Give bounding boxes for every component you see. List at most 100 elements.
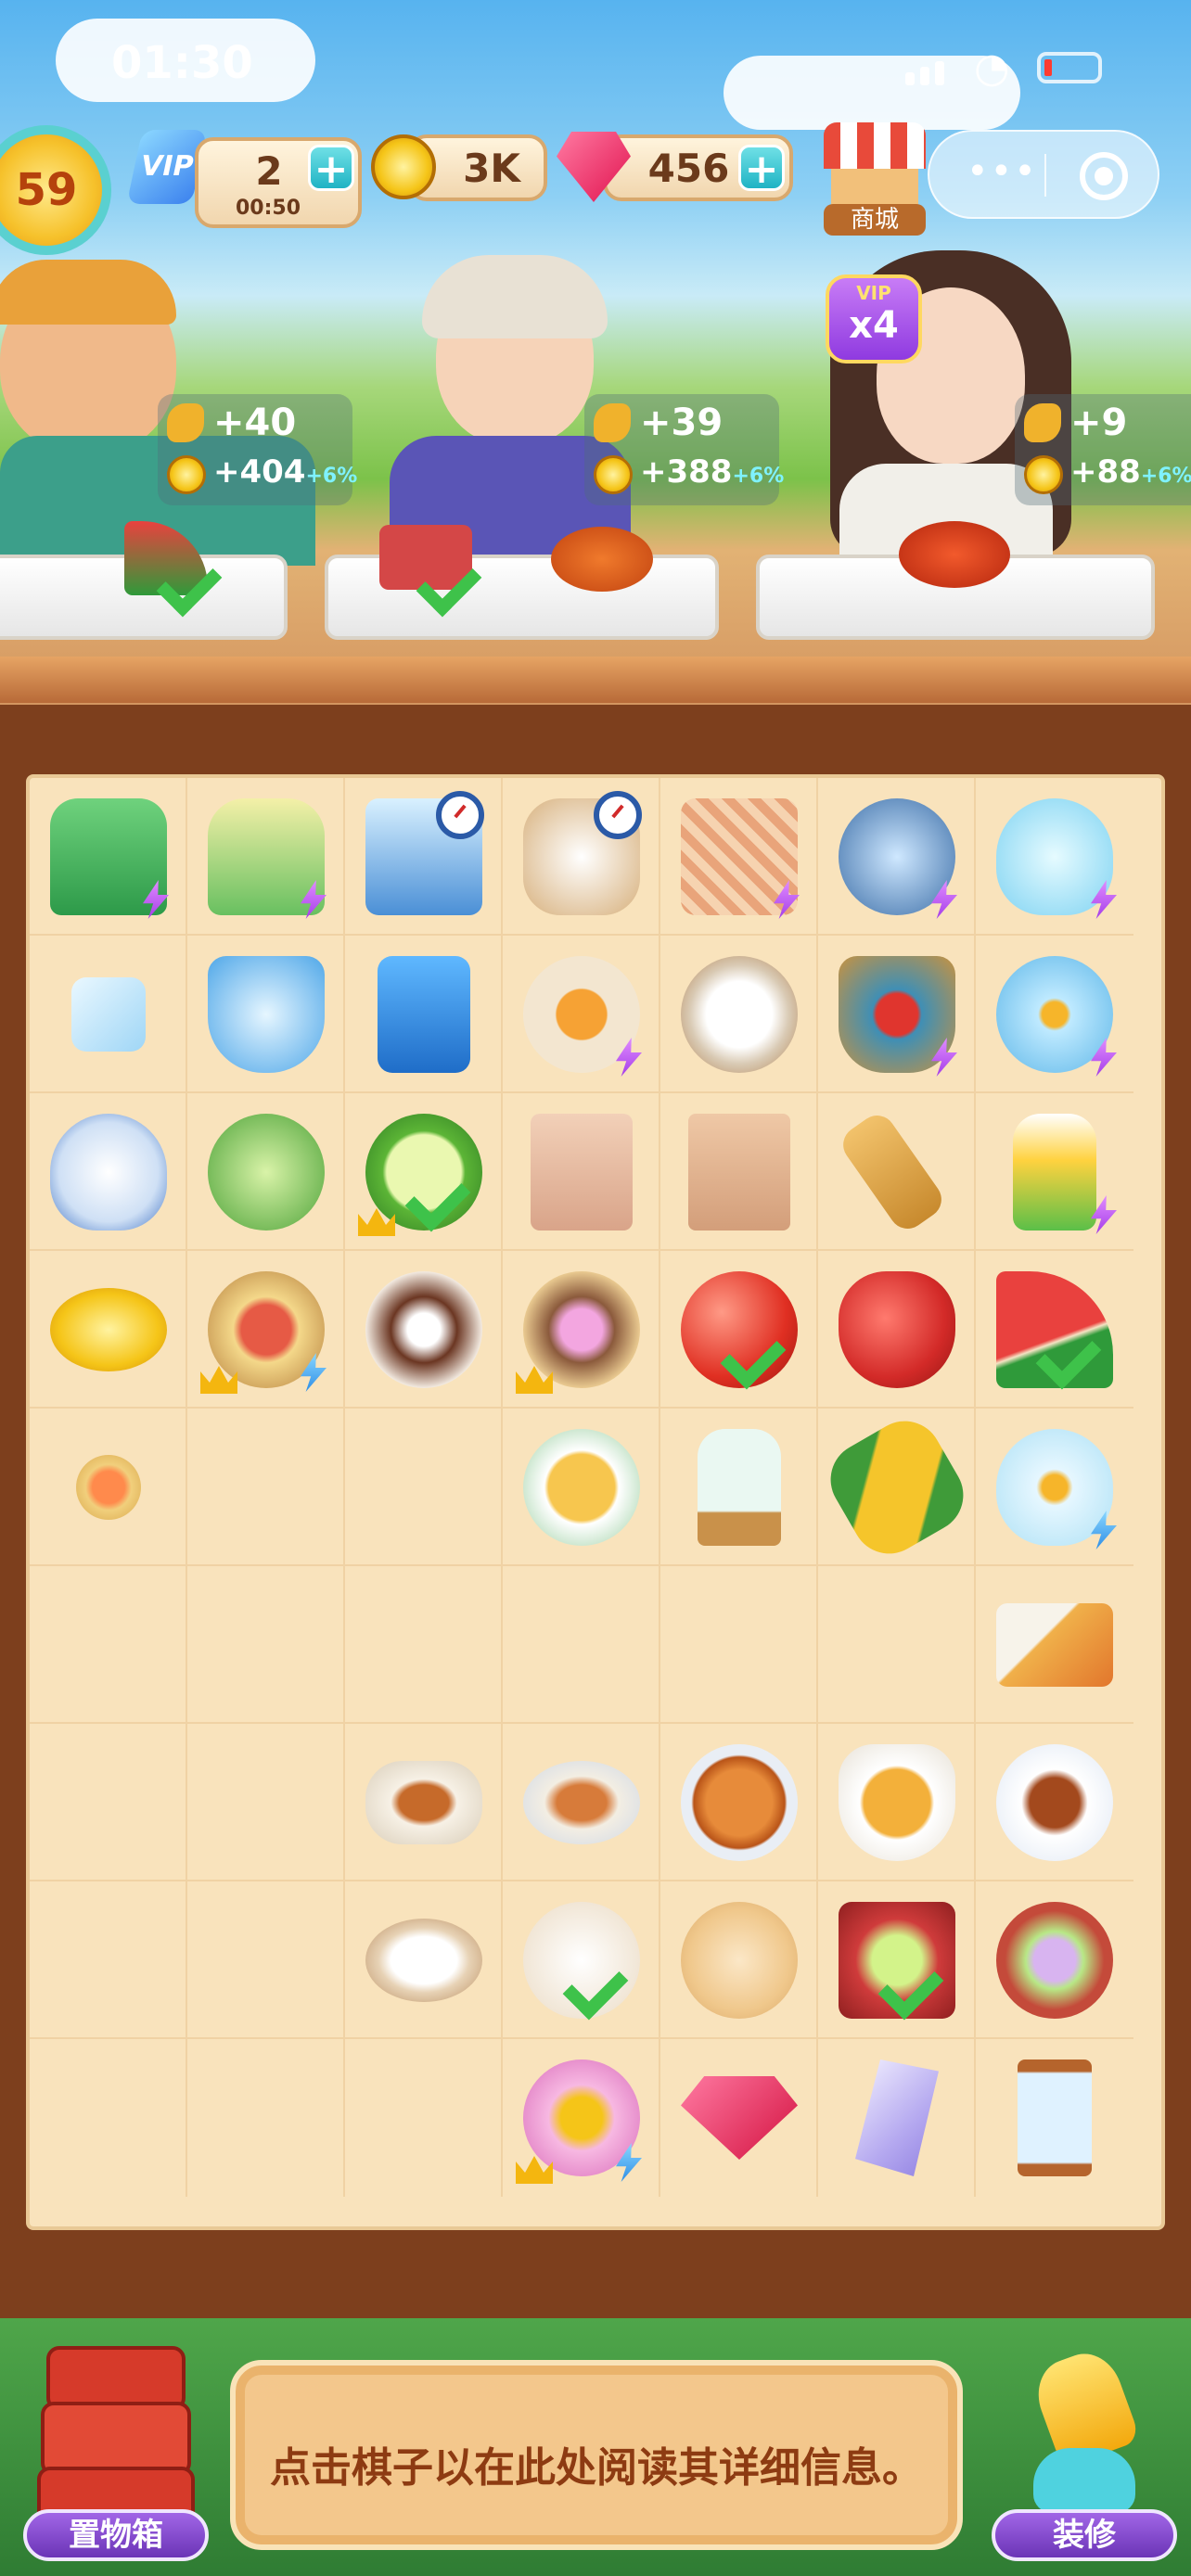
board-cell[interactable] (345, 936, 503, 1093)
board-cell[interactable] (660, 1093, 818, 1251)
board-cell[interactable] (976, 936, 1133, 1093)
signal-icon (935, 61, 944, 85)
board-cell[interactable] (503, 778, 660, 936)
board-cell[interactable] (187, 936, 345, 1093)
status-bar: 01:30 ◔ (0, 0, 1191, 130)
signal-icon (920, 67, 929, 85)
board-cell[interactable] (503, 1566, 660, 1724)
board-cell[interactable] (818, 1566, 976, 1724)
more-icon[interactable]: ••• (967, 150, 1038, 193)
storage-box-button[interactable]: 置物箱 (23, 2346, 209, 2561)
coin-icon (594, 455, 633, 494)
board-cell[interactable] (976, 1881, 1133, 2039)
board-cell[interactable] (30, 1566, 187, 1724)
board-cell[interactable] (976, 2039, 1133, 2197)
board-cell[interactable] (660, 778, 818, 936)
board-cell[interactable] (816, 1407, 978, 1568)
order-tray-3[interactable] (756, 521, 1155, 640)
shrimp-dish-icon (76, 1455, 141, 1520)
corn-icon (816, 1407, 978, 1568)
shop-button[interactable]: 商城 (824, 122, 926, 236)
board-cell[interactable] (660, 1724, 818, 1881)
board-cell[interactable] (976, 1093, 1133, 1251)
coin-icon (167, 455, 206, 494)
board-cell[interactable] (660, 936, 818, 1093)
board-cell[interactable] (345, 2039, 503, 2197)
juice-glass-icon (1013, 1114, 1096, 1231)
board-cell[interactable] (187, 1093, 345, 1251)
board-cell[interactable] (345, 1409, 503, 1566)
spatula-icon (836, 1108, 949, 1236)
close-target-icon[interactable] (1080, 152, 1128, 200)
hourglass-icon (1018, 2060, 1092, 2176)
board-cell[interactable] (345, 1881, 503, 2039)
board-cell[interactable] (345, 778, 503, 936)
ice-cream-bowl-icon (523, 1271, 640, 1388)
board-cell[interactable] (30, 936, 187, 1093)
board-cell[interactable] (187, 1251, 345, 1409)
decorate-label: 装修 (992, 2509, 1177, 2561)
board-cell[interactable] (187, 1881, 345, 2039)
board-cell[interactable] (345, 1251, 503, 1409)
board-cell[interactable] (818, 1093, 976, 1251)
board-cell[interactable] (345, 1566, 503, 1724)
board-cell[interactable] (660, 1566, 818, 1724)
board-cell[interactable] (503, 1251, 660, 1409)
board-cell[interactable] (30, 1409, 187, 1566)
board-cell[interactable] (660, 1251, 818, 1409)
board-cell[interactable] (818, 2039, 976, 2197)
board-cell[interactable] (187, 778, 345, 936)
board-cell[interactable] (976, 1724, 1133, 1881)
decorate-button[interactable]: 装修 (992, 2343, 1177, 2561)
board-cell[interactable] (818, 1881, 976, 2039)
board-cell[interactable] (30, 1093, 187, 1251)
storage-box-label: 置物箱 (23, 2509, 209, 2561)
board-cell[interactable] (503, 1724, 660, 1881)
add-energy-button[interactable]: + (308, 145, 354, 192)
fridge-icon (378, 956, 470, 1073)
add-gems-button[interactable]: + (738, 145, 785, 192)
board-cell[interactable] (187, 1566, 345, 1724)
board-cell[interactable] (818, 1724, 976, 1881)
board-cell[interactable] (818, 778, 976, 936)
board-cell[interactable] (30, 778, 187, 936)
board-cell[interactable] (30, 1251, 187, 1409)
item-info-panel: 点击棋子以在此处阅读其详细信息。 (230, 2360, 963, 2550)
board-cell[interactable] (660, 1881, 818, 2039)
board-cell[interactable] (345, 1724, 503, 1881)
board-cell[interactable] (503, 2039, 660, 2197)
coin-reward: +404+6% (213, 453, 358, 491)
level-badge[interactable]: 59 (0, 125, 111, 255)
timer-icon (436, 791, 484, 839)
board-cell[interactable] (187, 1724, 345, 1881)
restaurant-scene: 01:30 ◔ 59 VIP 2 00:50 + 3K 456 + 商城 ••• (0, 0, 1191, 705)
clock-time: 01:30 (111, 37, 253, 89)
board-cell[interactable] (976, 778, 1133, 936)
board-cell[interactable] (660, 1409, 818, 1566)
board-cell[interactable] (976, 1251, 1133, 1409)
board-cell[interactable] (503, 1093, 660, 1251)
wheat-icon (594, 403, 631, 442)
sesame-bun-icon (681, 1902, 798, 2019)
order-tray-2[interactable] (325, 525, 719, 640)
board-cell[interactable] (187, 1409, 345, 1566)
coin-reward: +388+6% (640, 453, 785, 491)
board-cell[interactable] (976, 1409, 1133, 1566)
teapot-icon (50, 1114, 167, 1231)
board-cell[interactable] (503, 1881, 660, 2039)
board-cell[interactable] (187, 2039, 345, 2197)
board-cell[interactable] (30, 1881, 187, 2039)
board-cell[interactable] (660, 2039, 818, 2197)
board-cell[interactable] (818, 1251, 976, 1409)
board-cell[interactable] (976, 1566, 1133, 1724)
order-tray-1[interactable] (0, 521, 288, 640)
board-cell[interactable] (345, 1093, 503, 1251)
coin-value: 3K (463, 146, 520, 191)
board-cell[interactable] (30, 2039, 187, 2197)
fried-shrimp-icon (996, 1603, 1113, 1687)
board-cell[interactable] (30, 1724, 187, 1881)
board-cell[interactable] (503, 936, 660, 1093)
board-cell[interactable] (818, 936, 976, 1093)
board-cell[interactable] (503, 1409, 660, 1566)
flour-bowl-icon (365, 1919, 482, 2002)
